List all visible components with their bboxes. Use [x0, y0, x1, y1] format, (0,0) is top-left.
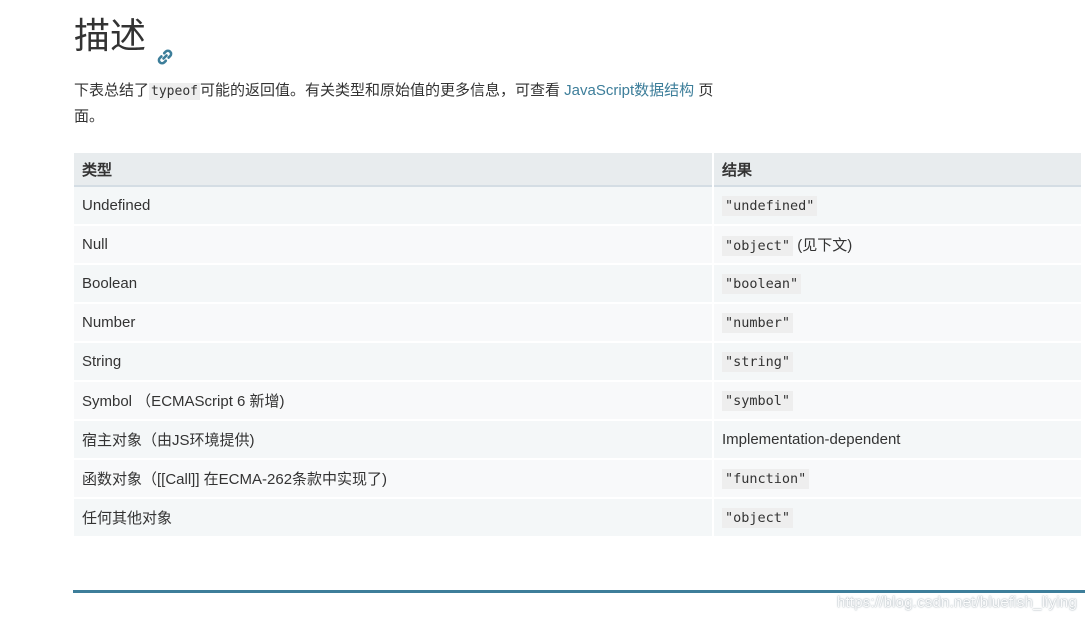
result-code: "boolean"	[722, 274, 802, 294]
table-row: Boolean "boolean"	[74, 265, 1081, 304]
table-row: 任何其他对象 "object"	[74, 499, 1081, 538]
result-cell: "symbol"	[714, 382, 1081, 421]
result-cell: "string"	[714, 343, 1081, 382]
link-icon[interactable]	[156, 32, 174, 65]
result-code: "object"	[722, 508, 794, 528]
result-code: "number"	[722, 313, 794, 333]
type-cell: Undefined	[74, 187, 712, 226]
header-result: 结果	[714, 153, 1081, 187]
result-cell: "number"	[714, 304, 1081, 343]
intro-prefix: 下表总结了	[74, 82, 150, 99]
header-type: 类型	[74, 153, 712, 187]
table-body: Undefined "undefined" Null "object" (见下文…	[74, 187, 1081, 538]
result-code: "object"	[722, 236, 794, 256]
result-code: "string"	[722, 352, 794, 372]
data-structures-link[interactable]: JavaScript数据结构	[564, 82, 694, 99]
result-code: "undefined"	[722, 196, 818, 216]
intro-paragraph: 下表总结了 typeof 可能的返回值。有关类型和原始值的更多信息，可查看 Java…	[74, 78, 734, 129]
type-cell: Boolean	[74, 265, 712, 304]
result-cell: "function"	[714, 460, 1081, 499]
result-cell: "boolean"	[714, 265, 1081, 304]
result-cell: "undefined"	[714, 187, 1081, 226]
section-heading-text: 描述	[74, 16, 147, 57]
table-row: 宿主对象（由JS环境提供) Implementation-dependent	[74, 421, 1081, 460]
watermark: https://blog.csdn.net/bluefish_liying	[836, 594, 1077, 611]
table-row: Undefined "undefined"	[74, 187, 1081, 226]
type-cell: Number	[74, 304, 712, 343]
result-cell: "object" (见下文)	[714, 226, 1081, 265]
result-code: "function"	[722, 469, 810, 489]
type-cell: 宿主对象（由JS环境提供)	[74, 421, 712, 460]
intro-middle: 可能的返回值。有关类型和原始值的更多信息，可查看	[199, 82, 565, 99]
result-note: Implementation-dependent	[722, 431, 901, 448]
result-code: "symbol"	[722, 391, 794, 411]
table-row: Null "object" (见下文)	[74, 226, 1081, 265]
table-row: Symbol （ECMAScript 6 新增) "symbol"	[74, 382, 1081, 421]
typeof-results-table: 类型 结果 Undefined "undefined" Null "object…	[72, 153, 1083, 538]
table-row: String "string"	[74, 343, 1081, 382]
result-note: (见下文)	[793, 237, 853, 254]
table-row: Number "number"	[74, 304, 1081, 343]
type-cell: Symbol （ECMAScript 6 新增)	[74, 382, 712, 421]
section-heading: 描述	[74, 14, 174, 65]
type-cell: 函数对象（[[Call]] 在ECMA-262条款中实现了)	[74, 460, 712, 499]
result-cell: Implementation-dependent	[714, 421, 1081, 460]
type-cell: Null	[74, 226, 712, 265]
section-divider	[73, 590, 1085, 593]
typeof-code: typeof	[149, 83, 200, 100]
result-cell: "object"	[714, 499, 1081, 538]
type-cell: 任何其他对象	[74, 499, 712, 538]
type-cell: String	[74, 343, 712, 382]
table-row: 函数对象（[[Call]] 在ECMA-262条款中实现了) "function…	[74, 460, 1081, 499]
table-header-row: 类型 结果	[74, 153, 1081, 187]
